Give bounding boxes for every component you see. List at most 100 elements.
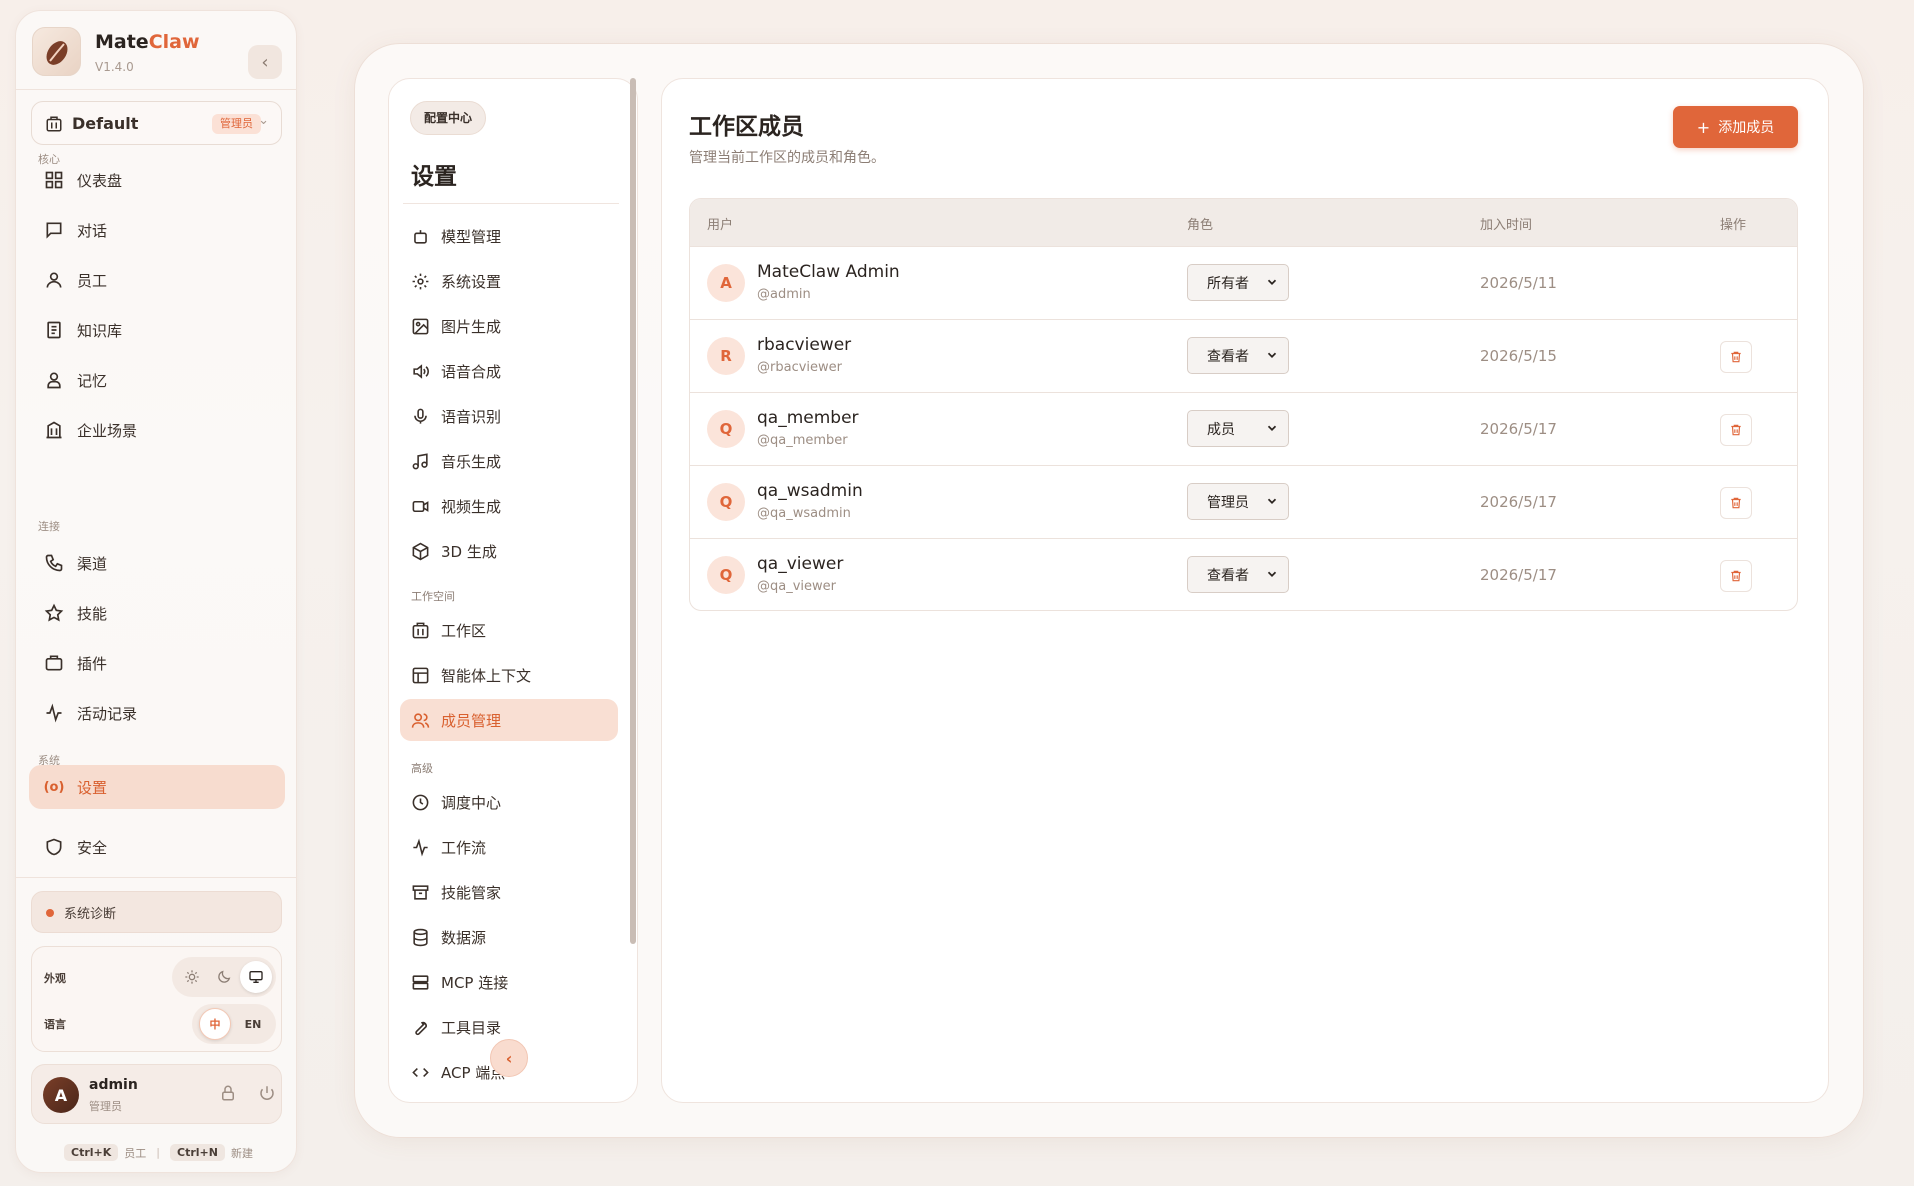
nav-item-dashboard[interactable]: 仪表盘 bbox=[29, 158, 285, 202]
status-dot bbox=[46, 909, 54, 917]
delete-member-button[interactable] bbox=[1720, 560, 1752, 592]
page-subtitle: 管理当前工作区的成员和角色。 bbox=[689, 150, 885, 166]
role-select[interactable]: 成员 bbox=[1187, 410, 1289, 447]
role-select[interactable]: 查看者 bbox=[1187, 556, 1289, 593]
system-theme-button[interactable] bbox=[240, 961, 272, 993]
monitor-icon bbox=[249, 971, 263, 983]
light-theme-button[interactable] bbox=[176, 961, 208, 993]
settings-item-music[interactable]: 音乐生成 bbox=[400, 440, 618, 482]
delete-member-button[interactable] bbox=[1720, 487, 1752, 519]
settings-item-asr[interactable]: 语音识别 bbox=[400, 395, 618, 437]
config-center-badge: 配置中心 bbox=[410, 101, 487, 135]
settings-item-mcp[interactable]: MCP 连接 bbox=[400, 961, 618, 1003]
nav-item-skills[interactable]: 技能 bbox=[29, 591, 285, 635]
settings-item-label: 3D 生成 bbox=[441, 542, 497, 561]
collapse-settings-button[interactable]: ‹ bbox=[490, 1039, 528, 1077]
database-icon bbox=[409, 926, 431, 948]
settings-item-scheduler[interactable]: 调度中心 bbox=[400, 781, 618, 823]
table-header: 用户 角色 加入时间 操作 bbox=[690, 199, 1797, 246]
nav-item-channels[interactable]: 渠道 bbox=[29, 541, 285, 585]
chevron-down-icon bbox=[1267, 498, 1277, 504]
settings-item-skill-manager[interactable]: 技能管家 bbox=[400, 871, 618, 913]
column-header-user: 用户 bbox=[707, 218, 734, 233]
nav-item-label: 插件 bbox=[77, 654, 108, 673]
settings-item-workspace[interactable]: 工作区 bbox=[400, 609, 618, 651]
nav-item-knowledge[interactable]: 知识库 bbox=[29, 308, 285, 352]
settings-item-members[interactable]: 成员管理 bbox=[400, 699, 618, 741]
add-member-button[interactable]: + 添加成员 bbox=[1673, 106, 1798, 148]
brand-version: V1.4.0 bbox=[95, 60, 134, 74]
building-icon bbox=[43, 419, 65, 441]
dark-theme-button[interactable] bbox=[208, 961, 240, 993]
dashboard-icon bbox=[43, 169, 65, 191]
nav-item-chat[interactable]: 对话 bbox=[29, 208, 285, 252]
nav-item-settings[interactable]: (o) 设置 bbox=[29, 765, 285, 809]
settings-scrollbar[interactable] bbox=[630, 78, 636, 944]
table-row: A MateClaw Admin @admin 所有者 2026/5/11 bbox=[690, 246, 1797, 319]
nav-item-security[interactable]: 安全 bbox=[29, 825, 285, 869]
moon-icon bbox=[218, 970, 231, 983]
joined-date: 2026/5/15 bbox=[1480, 347, 1557, 365]
settings-item-tts[interactable]: 语音合成 bbox=[400, 350, 618, 392]
lock-button[interactable] bbox=[219, 1084, 237, 1106]
brand: MateClaw V1.4.0 ‹ bbox=[32, 27, 282, 87]
settings-item-label: 音乐生成 bbox=[441, 452, 502, 471]
settings-item-datasource[interactable]: 数据源 bbox=[400, 916, 618, 958]
avatar: A bbox=[707, 264, 745, 302]
chevron-down-icon bbox=[1267, 571, 1277, 577]
lang-zh-button[interactable]: 中 bbox=[199, 1008, 231, 1040]
avatar: Q bbox=[707, 483, 745, 521]
nav-item-memory[interactable]: 记忆 bbox=[29, 358, 285, 402]
delete-member-button[interactable] bbox=[1720, 341, 1752, 373]
trash-icon bbox=[1731, 497, 1741, 509]
role-select[interactable]: 查看者 bbox=[1187, 337, 1289, 374]
nav-item-staff[interactable]: 员工 bbox=[29, 258, 285, 302]
plus-icon: + bbox=[1696, 117, 1711, 137]
collapse-sidebar-button[interactable]: ‹ bbox=[248, 45, 282, 79]
nav-item-label: 渠道 bbox=[77, 554, 108, 573]
settings-title: 设置 bbox=[411, 164, 457, 190]
lang-en-button[interactable]: EN bbox=[237, 1008, 269, 1040]
nav-item-plugins[interactable]: 插件 bbox=[29, 641, 285, 685]
nav-item-label: 记忆 bbox=[77, 371, 108, 390]
trash-icon bbox=[1731, 570, 1741, 582]
settings-item-image[interactable]: 图片生成 bbox=[400, 305, 618, 347]
memory-icon bbox=[43, 369, 65, 391]
system-diagnostics[interactable]: 系统诊断 bbox=[31, 891, 282, 933]
nav-item-activity[interactable]: 活动记录 bbox=[29, 691, 285, 735]
chevron-down-icon bbox=[1267, 352, 1277, 358]
nav-item-enterprise[interactable]: 企业场景 bbox=[29, 408, 285, 452]
speaker-icon bbox=[409, 360, 431, 382]
nav-section-connect: 连接 bbox=[38, 520, 60, 533]
settings-item-label: 成员管理 bbox=[441, 711, 502, 730]
user-name: admin bbox=[89, 1077, 138, 1093]
settings-item-label: 语音识别 bbox=[441, 407, 502, 426]
users-icon bbox=[409, 709, 431, 731]
member-name: rbacviewer bbox=[757, 335, 852, 355]
avatar: A bbox=[43, 1077, 79, 1113]
role-select[interactable]: 管理员 bbox=[1187, 483, 1289, 520]
logout-button[interactable] bbox=[258, 1084, 276, 1106]
settings-item-models[interactable]: 模型管理 bbox=[400, 215, 618, 257]
settings-item-3d[interactable]: 3D 生成 bbox=[400, 530, 618, 572]
settings-item-workflow[interactable]: 工作流 bbox=[400, 826, 618, 868]
music-icon bbox=[409, 450, 431, 472]
settings-item-system[interactable]: 系统设置 bbox=[400, 260, 618, 302]
column-header-joined: 加入时间 bbox=[1480, 218, 1533, 233]
microphone-icon bbox=[409, 405, 431, 427]
briefcase-icon bbox=[43, 652, 65, 674]
workspace-switcher[interactable]: Default 管理员 ⌄ bbox=[31, 101, 282, 145]
delete-member-button[interactable] bbox=[1720, 414, 1752, 446]
settings-item-video[interactable]: 视频生成 bbox=[400, 485, 618, 527]
lock-icon bbox=[222, 1085, 234, 1101]
workspace-icon bbox=[46, 116, 62, 132]
role-badge: 管理员 bbox=[212, 114, 261, 134]
user-card[interactable]: A admin 管理员 bbox=[31, 1064, 282, 1124]
role-select[interactable]: 所有者 bbox=[1187, 264, 1289, 301]
settings-icon: (o) bbox=[43, 779, 65, 795]
settings-item-label: 图片生成 bbox=[441, 317, 502, 336]
settings-item-agent-context[interactable]: 智能体上下文 bbox=[400, 654, 618, 696]
members-table: 用户 角色 加入时间 操作 A MateClaw Admin @admin 所有… bbox=[689, 198, 1798, 611]
role-value: 管理员 bbox=[1207, 494, 1249, 511]
joined-date: 2026/5/17 bbox=[1480, 566, 1557, 584]
